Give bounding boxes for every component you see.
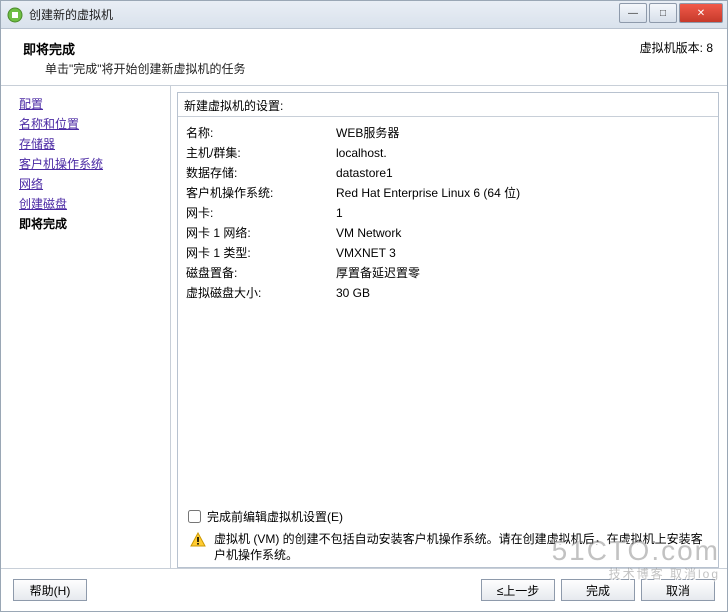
settings-key: 数据存储:	[186, 163, 336, 183]
dialog-window: 创建新的虚拟机 — □ ✕ 即将完成 单击"完成"将开始创建新虚拟机的任务 虚拟…	[0, 0, 728, 612]
settings-key: 虚拟磁盘大小:	[186, 283, 336, 303]
settings-value: VMXNET 3	[336, 243, 396, 263]
warning-text: 虚拟机 (VM) 的创建不包括自动安装客户机操作系统。请在创建虚拟机后，在虚拟机…	[214, 531, 706, 563]
settings-value: localhost.	[336, 143, 387, 163]
settings-value: VM Network	[336, 223, 401, 243]
settings-heading: 新建虚拟机的设置:	[178, 93, 718, 117]
settings-value: datastore1	[336, 163, 393, 183]
settings-row: 客户机操作系统:Red Hat Enterprise Linux 6 (64 位…	[186, 183, 710, 203]
settings-value: 厚置备延迟置零	[336, 263, 420, 283]
minimize-button[interactable]: —	[619, 3, 647, 23]
window-title: 创建新的虚拟机	[29, 6, 113, 23]
step-storage[interactable]: 存储器	[19, 134, 170, 154]
settings-key: 网卡 1 网络:	[186, 223, 336, 243]
settings-row: 网卡 1 类型:VMXNET 3	[186, 243, 710, 263]
content-inner: 新建虚拟机的设置: 名称:WEB服务器主机/群集:localhost.数据存储:…	[177, 92, 719, 568]
wizard-header: 即将完成 单击"完成"将开始创建新虚拟机的任务 虚拟机版本: 8	[1, 29, 727, 86]
cancel-button[interactable]: 取消	[641, 579, 715, 601]
finish-button[interactable]: 完成	[561, 579, 635, 601]
footer: 帮助(H) ≤上一步 完成 取消	[1, 568, 727, 611]
window-controls: — □ ✕	[619, 3, 723, 23]
settings-value: Red Hat Enterprise Linux 6 (64 位)	[336, 183, 520, 203]
warning-icon	[190, 532, 206, 548]
settings-row: 数据存储:datastore1	[186, 163, 710, 183]
page-subtitle: 单击"完成"将开始创建新虚拟机的任务	[23, 60, 713, 77]
settings-row: 网卡 1 网络:VM Network	[186, 223, 710, 243]
settings-value: 30 GB	[336, 283, 370, 303]
warning-row: 虚拟机 (VM) 的创建不包括自动安装客户机操作系统。请在创建虚拟机后，在虚拟机…	[190, 531, 706, 563]
titlebar: 创建新的虚拟机 — □ ✕	[1, 1, 727, 29]
step-config[interactable]: 配置	[19, 94, 170, 114]
edit-before-finish-checkbox[interactable]: 完成前编辑虚拟机设置(E)	[188, 508, 712, 525]
wizard-steps: 配置 名称和位置 存储器 客户机操作系统 网络 创建磁盘 即将完成	[1, 86, 171, 568]
settings-key: 网卡 1 类型:	[186, 243, 336, 263]
settings-key: 客户机操作系统:	[186, 183, 336, 203]
page-title: 即将完成	[23, 39, 713, 58]
content-panel: 新建虚拟机的设置: 名称:WEB服务器主机/群集:localhost.数据存储:…	[171, 86, 727, 568]
settings-value: WEB服务器	[336, 123, 399, 143]
help-button[interactable]: 帮助(H)	[13, 579, 87, 601]
close-button[interactable]: ✕	[679, 3, 723, 23]
settings-row: 主机/群集:localhost.	[186, 143, 710, 163]
settings-row: 网卡:1	[186, 203, 710, 223]
step-create-disk[interactable]: 创建磁盘	[19, 194, 170, 214]
edit-before-finish-label: 完成前编辑虚拟机设置(E)	[207, 508, 343, 525]
settings-key: 名称:	[186, 123, 336, 143]
settings-key: 磁盘置备:	[186, 263, 336, 283]
settings-list: 名称:WEB服务器主机/群集:localhost.数据存储:datastore1…	[178, 117, 718, 500]
bottom-options: 完成前编辑虚拟机设置(E) 虚拟机 (VM) 的创建不包括自动安装客户机操作系统…	[178, 500, 718, 567]
settings-row: 磁盘置备:厚置备延迟置零	[186, 263, 710, 283]
step-ready-complete: 即将完成	[19, 214, 170, 234]
step-guest-os[interactable]: 客户机操作系统	[19, 154, 170, 174]
edit-before-finish-input[interactable]	[188, 510, 201, 523]
settings-key: 网卡:	[186, 203, 336, 223]
settings-row: 虚拟磁盘大小:30 GB	[186, 283, 710, 303]
settings-key: 主机/群集:	[186, 143, 336, 163]
settings-row: 名称:WEB服务器	[186, 123, 710, 143]
vm-version-label: 虚拟机版本: 8	[640, 39, 713, 56]
step-network[interactable]: 网络	[19, 174, 170, 194]
wizard-body: 配置 名称和位置 存储器 客户机操作系统 网络 创建磁盘 即将完成 新建虚拟机的…	[1, 86, 727, 568]
app-icon	[7, 7, 23, 23]
back-button[interactable]: ≤上一步	[481, 579, 555, 601]
settings-value: 1	[336, 203, 343, 223]
maximize-button[interactable]: □	[649, 3, 677, 23]
step-name-location[interactable]: 名称和位置	[19, 114, 170, 134]
